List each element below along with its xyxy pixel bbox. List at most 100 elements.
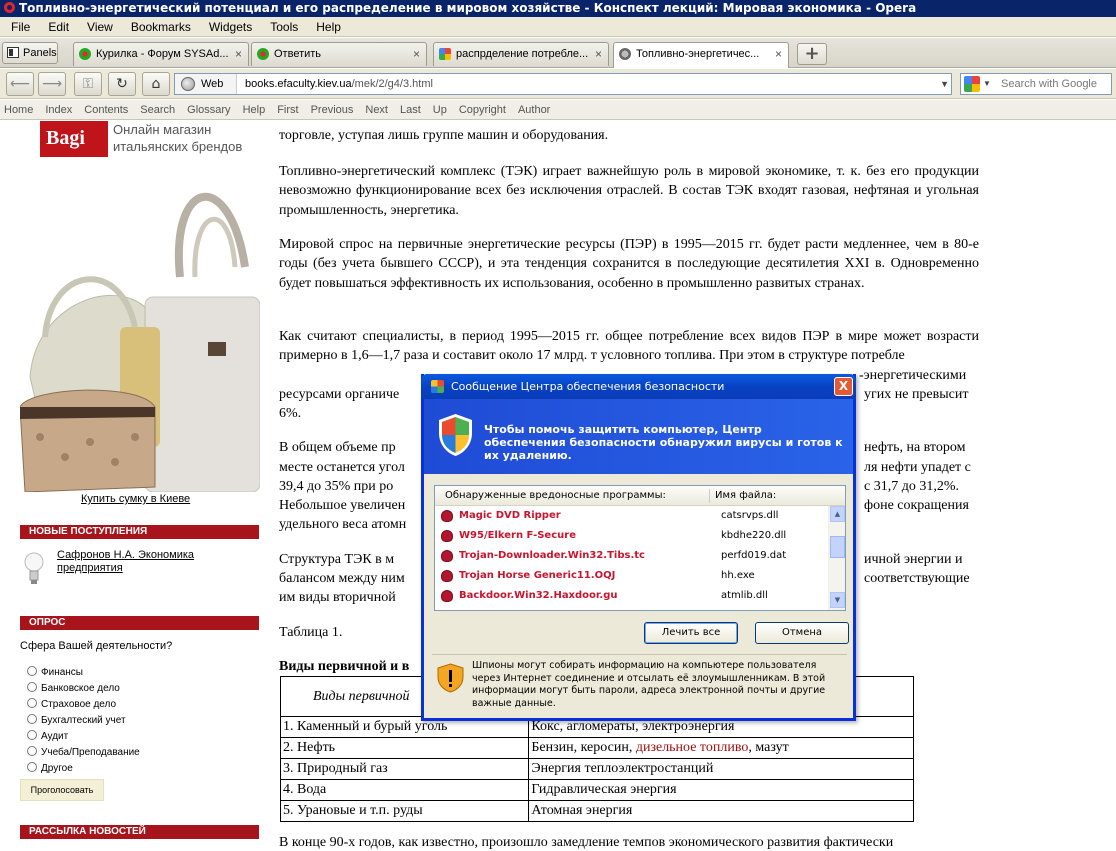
table-row: 5. Урановые и т.п. руды Атомная энергия <box>279 800 914 822</box>
reload-button[interactable]: ↻ <box>108 72 136 96</box>
ad-text-line: Онлайн магазин <box>113 122 212 137</box>
table-cell: 4. Вода <box>279 779 530 801</box>
forward-button[interactable]: ⟶ <box>38 72 66 96</box>
paragraph-fragment: с 31,7 до 31,2%. <box>864 479 959 494</box>
nav-previous[interactable]: Previous <box>311 104 354 116</box>
nav-up[interactable]: Up <box>433 104 447 116</box>
column-separator <box>709 489 710 503</box>
forward-arrow-icon: ⟶ <box>41 76 63 92</box>
threat-icon <box>441 550 453 562</box>
nav-index[interactable]: Index <box>45 104 72 116</box>
paragraph-fragment: 6%. <box>279 406 302 421</box>
tab-close-icon[interactable]: × <box>775 43 782 65</box>
cancel-button[interactable]: Отмена <box>755 622 849 644</box>
security-center-icon <box>431 380 444 393</box>
tab-close-icon[interactable]: × <box>595 43 602 65</box>
threat-icon <box>441 590 453 602</box>
threat-row[interactable]: Backdoor.Win32.Haxdoor.gu atmlib.dll <box>435 586 827 606</box>
radio-button[interactable] <box>27 746 37 756</box>
column-header-name[interactable]: Обнаруженные вредоносные программы: <box>445 486 666 506</box>
threats-list[interactable]: Обнаруженные вредоносные программы: Имя … <box>434 485 846 611</box>
poll-option[interactable]: Страховое дело <box>27 698 116 711</box>
menu-widgets[interactable]: Widgets <box>200 20 261 34</box>
menu-file[interactable]: File <box>2 20 39 34</box>
threat-row[interactable]: W95/Elkern F-Secure kbdhe220.dll <box>435 526 827 546</box>
nav-first[interactable]: First <box>277 104 298 116</box>
nav-copyright[interactable]: Copyright <box>459 104 506 116</box>
nav-help[interactable]: Help <box>243 104 266 116</box>
menu-bookmarks[interactable]: Bookmarks <box>122 20 200 34</box>
radio-button[interactable] <box>27 666 37 676</box>
handbag-ad-image[interactable] <box>20 157 260 492</box>
threat-row[interactable]: Trojan Horse Generic11.OQJ hh.exe <box>435 566 827 586</box>
wand-button[interactable]: ⚿ <box>74 72 102 96</box>
nav-next[interactable]: Next <box>365 104 388 116</box>
tab-fuel-energy-active[interactable]: Топливно-энергетичес... × <box>613 42 789 68</box>
nav-home[interactable]: Home <box>4 104 33 116</box>
tab-close-icon[interactable]: × <box>235 43 242 65</box>
new-tab-button[interactable]: + <box>797 43 827 65</box>
security-zone[interactable]: Web <box>175 74 237 94</box>
poll-option[interactable]: Другое <box>27 762 73 775</box>
scroll-down-icon[interactable]: ▼ <box>830 592 845 608</box>
poll-question: Сфера Вашей деятельности? <box>20 640 173 652</box>
poll-option[interactable]: Финансы <box>27 666 83 679</box>
back-button[interactable]: ⟵ <box>6 72 34 96</box>
threat-file: perfd019.dat <box>721 550 787 561</box>
address-field[interactable]: Web books.efaculty.kiev.ua/mek/2/g4/3.ht… <box>174 73 952 95</box>
window-title-bar[interactable]: Топливно-энергетический потенциал и его … <box>0 0 1116 17</box>
dialog-banner-text: Чтобы помочь защитить компьютер, Центр о… <box>484 423 843 462</box>
heal-all-button[interactable]: Лечить все <box>644 622 738 644</box>
diesel-fuel-link[interactable]: дизельное топливо <box>636 740 749 755</box>
radio-button[interactable] <box>27 730 37 740</box>
poll-option[interactable]: Бухгалтеский учет <box>27 714 126 727</box>
ad-logo[interactable]: Bagi <box>40 121 108 157</box>
radio-button[interactable] <box>27 714 37 724</box>
poll-option-label: Бухгалтеский учет <box>41 715 126 726</box>
tab-google-search[interactable]: распрделение потребле... × <box>433 42 609 66</box>
tab-forum[interactable]: Курилка - Форум SYSAd... × <box>73 42 249 66</box>
tab-label: Курилка - Форум SYSAd... <box>96 48 229 60</box>
dialog-close-button[interactable]: X <box>834 377 853 396</box>
scroll-up-icon[interactable]: ▲ <box>830 506 845 522</box>
scroll-thumb[interactable] <box>830 536 845 558</box>
threat-row[interactable]: Magic DVD Ripper catsrvps.dll <box>435 506 827 526</box>
poll-option[interactable]: Аудит <box>27 730 68 743</box>
radio-button[interactable] <box>27 762 37 772</box>
nav-contents[interactable]: Contents <box>84 104 128 116</box>
search-field[interactable]: ▼ Search with Google <box>960 73 1112 95</box>
menu-edit[interactable]: Edit <box>39 20 78 34</box>
vote-button[interactable]: Проголосовать <box>20 779 104 801</box>
tab-reply[interactable]: Ответить × <box>251 42 427 66</box>
search-engine-dropdown-icon[interactable]: ▼ <box>983 74 991 94</box>
address-dropdown-icon[interactable]: ▼ <box>940 74 949 94</box>
radio-button[interactable] <box>27 698 37 708</box>
column-header-file[interactable]: Имя файла: <box>715 486 776 506</box>
nav-author[interactable]: Author <box>518 104 550 116</box>
table-caption: Таблица 1. <box>279 625 343 640</box>
dialog-title-bar[interactable]: Сообщение Центра обеспечения безопасност… <box>421 374 856 399</box>
new-arrival-link[interactable]: Сафронов Н.А. Экономика предприятия <box>57 549 217 575</box>
threats-list-header: Обнаруженные вредоносные программы: Имя … <box>435 486 845 506</box>
threats-scrollbar[interactable]: ▲ ▼ <box>828 506 845 610</box>
poll-option[interactable]: Учеба/Преподавание <box>27 746 140 759</box>
threat-row[interactable]: Trojan-Downloader.Win32.Tibs.tc perfd019.… <box>435 546 827 566</box>
nav-last[interactable]: Last <box>400 104 421 116</box>
radio-button[interactable] <box>27 682 37 692</box>
tab-close-icon[interactable]: × <box>413 43 420 65</box>
menu-tools[interactable]: Tools <box>261 20 307 34</box>
home-button[interactable]: ⌂ <box>142 72 170 96</box>
poll-option[interactable]: Банковское дело <box>27 682 120 695</box>
nav-glossary[interactable]: Glossary <box>187 104 230 116</box>
threat-name: Magic DVD Ripper <box>459 510 561 521</box>
nav-search[interactable]: Search <box>140 104 175 116</box>
ad-text[interactable]: Онлайн магазин итальянских брендов <box>113 121 242 155</box>
buy-bag-link[interactable]: Купить сумку в Киеве <box>81 493 190 505</box>
cell-text: , мазут <box>748 740 789 755</box>
lightbulb-icon <box>24 552 44 584</box>
google-icon[interactable] <box>964 76 980 92</box>
menu-view[interactable]: View <box>78 20 122 34</box>
panels-button[interactable]: Panels <box>2 42 58 64</box>
menu-help[interactable]: Help <box>307 20 350 34</box>
paragraph-fragment: соответствующие <box>864 571 970 586</box>
